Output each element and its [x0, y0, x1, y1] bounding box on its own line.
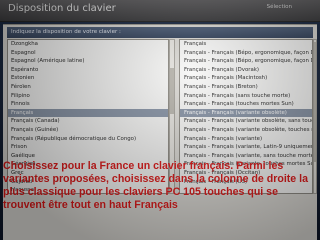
language-list-item[interactable]: Dzongkha [8, 40, 168, 49]
variant-list-item[interactable]: Français - Français (variante, Latin-9 u… [180, 143, 312, 152]
variant-list-item[interactable]: Français - Français (touches mortes Sun) [180, 100, 312, 109]
language-list-item[interactable]: Filipino [8, 92, 168, 101]
variant-list-item[interactable]: Français - Français (variante obsolète, … [180, 117, 312, 126]
variant-list-item[interactable]: Français - Français (Bépo, ergonomique, … [180, 57, 312, 66]
variant-list-item[interactable]: Français - Français (variante) [180, 135, 312, 144]
language-list-scroll-thumb[interactable] [170, 68, 174, 114]
screen: Disposition du clavier Sélection Indique… [0, 0, 320, 240]
language-list-item[interactable]: Français (Canada) [8, 117, 168, 126]
layout-prompt-header: Indiquez la disposition de votre clavier… [7, 27, 313, 38]
variant-list-item[interactable]: Français - Français (variante obsolète) [180, 108, 312, 118]
tutorial-caption: Choisissez pour la France un clavier fra… [3, 160, 308, 211]
variant-list-item[interactable]: Français - Français (Bépo, ergonomique, … [180, 49, 312, 58]
variant-list-item[interactable]: Français - Français (sans touche morte) [180, 92, 312, 101]
variant-list-item[interactable]: Français [180, 40, 312, 49]
variant-list-scroll-thumb[interactable] [314, 42, 316, 162]
window-subtitle: Sélection [266, 4, 292, 10]
language-list-item[interactable]: Espagnol [8, 49, 168, 58]
language-list-item[interactable]: Frison [8, 143, 168, 152]
language-list-item[interactable]: Espagnol (Amérique latine) [8, 57, 168, 66]
variant-list-item[interactable]: Français - Français (Dvorak) [180, 66, 312, 75]
language-list-item[interactable]: Finnois [8, 100, 168, 109]
variant-list-item[interactable]: Français - Français (Breton) [180, 83, 312, 92]
window-title: Disposition du clavier [8, 3, 116, 14]
language-list-item[interactable]: Français (Guinée) [8, 126, 168, 135]
language-list-item[interactable]: Français (République démocratique du Con… [8, 135, 168, 144]
variant-list-item[interactable]: Français - Français (Macintosh) [180, 74, 312, 83]
language-list-item[interactable]: Féroïen [8, 83, 168, 92]
window-titlebar: Disposition du clavier Sélection [0, 0, 320, 22]
language-list-item[interactable]: Français [8, 108, 168, 118]
language-list-item[interactable]: Espéranto [8, 66, 168, 75]
language-list-item[interactable]: Estonien [8, 74, 168, 83]
variant-list-item[interactable]: Français - Français (variante obsolète, … [180, 126, 312, 135]
